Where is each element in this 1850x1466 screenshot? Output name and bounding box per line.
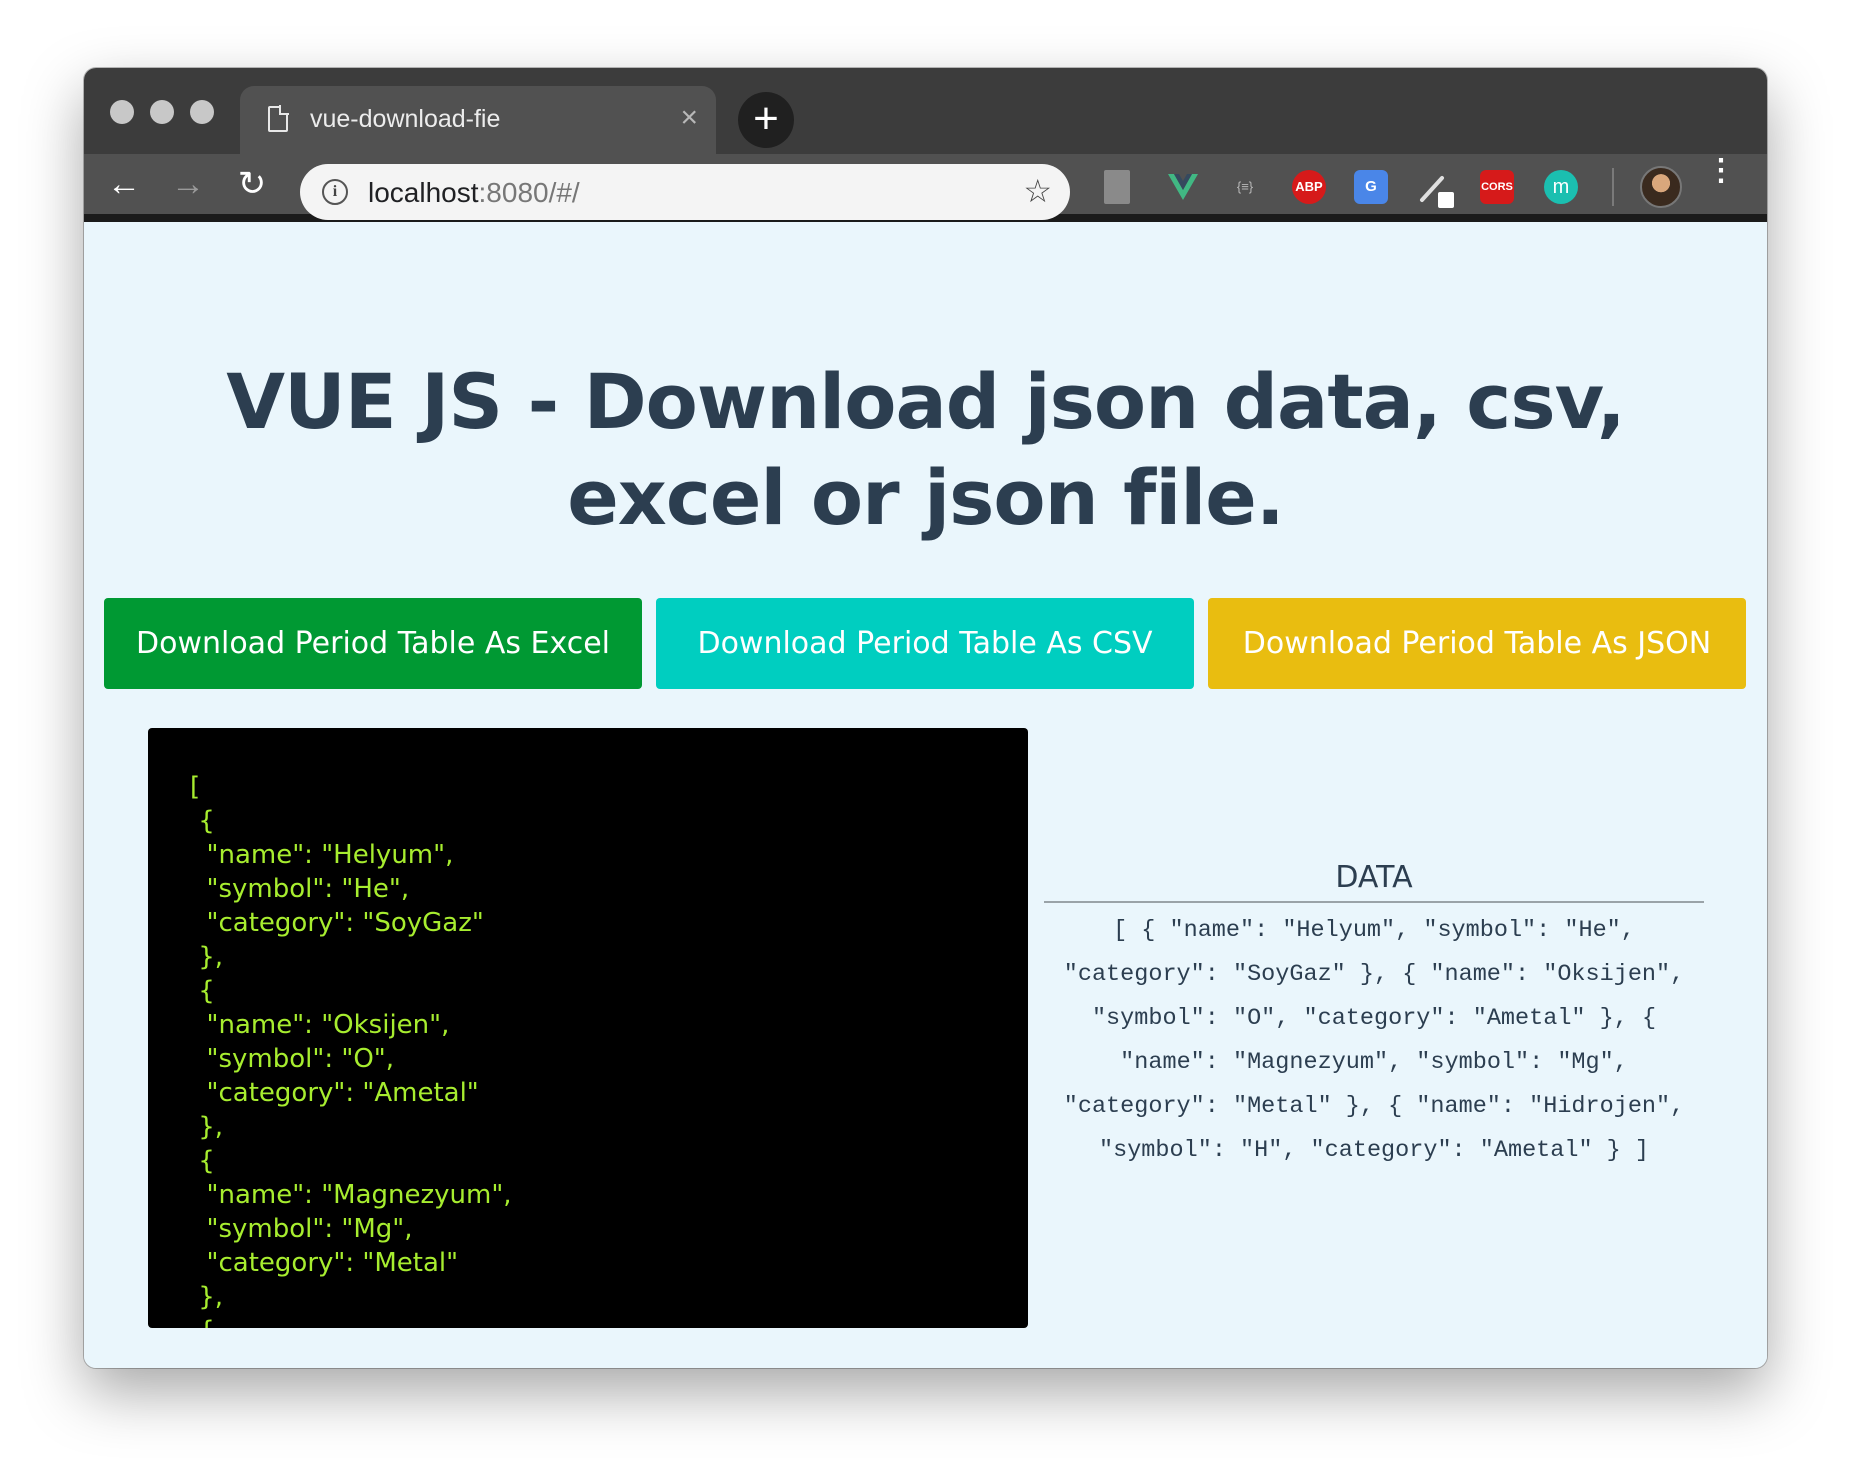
json-code-block[interactable]: [ { "name": "Helyum", "symbol": "He", "c…: [148, 728, 1028, 1328]
tab-close-icon[interactable]: ×: [680, 100, 698, 136]
download-json-button[interactable]: Download Period Table As JSON: [1208, 598, 1746, 689]
download-excel-button[interactable]: Download Period Table As Excel: [104, 598, 642, 689]
download-csv-button[interactable]: Download Period Table As CSV: [656, 598, 1194, 689]
data-text: [ { "name": "Helyum", "symbol": "He", "c…: [1063, 917, 1685, 1164]
browser-window: vue-download-fie × + ← → ↻ i localhost:8…: [84, 68, 1767, 1368]
browser-toolbar: ← → ↻ i localhost:8080/#/ ☆ {≡} ABP G CO…: [84, 154, 1767, 222]
document-icon: [268, 105, 289, 132]
toolbar-divider: [1612, 168, 1614, 206]
url-text[interactable]: localhost:8080/#/: [368, 177, 580, 209]
bookmark-star-icon[interactable]: ☆: [1023, 172, 1052, 210]
tab-title: vue-download-fie: [310, 105, 501, 133]
page-title: VUE JS - Download json data, csv, excel …: [226, 357, 1626, 542]
maximize-window-icon[interactable]: [190, 100, 214, 124]
file-extension-icon[interactable]: [1104, 170, 1130, 204]
json-code-text: [ { "name": "Helyum", "symbol": "He", "c…: [190, 772, 512, 1328]
adblock-plus-icon[interactable]: ABP: [1292, 170, 1326, 204]
url-rest: :8080/#/: [478, 177, 580, 208]
vue-logo-icon: [1168, 174, 1198, 200]
data-panel: DATA [ { "name": "Helyum", "symbol": "He…: [1044, 860, 1704, 1173]
eyedropper-icon: [1420, 176, 1454, 208]
vue-devtools-icon[interactable]: [1166, 170, 1200, 204]
profile-avatar[interactable]: [1640, 166, 1682, 208]
info-icon[interactable]: i: [322, 179, 348, 205]
forward-icon[interactable]: →: [166, 162, 210, 206]
tab-active[interactable]: vue-download-fie ×: [240, 86, 716, 154]
new-tab-button[interactable]: +: [738, 92, 794, 148]
url-host: localhost: [368, 177, 479, 208]
google-translate-icon[interactable]: G: [1354, 170, 1388, 204]
tab-strip: vue-download-fie × +: [84, 68, 1767, 154]
address-bar[interactable]: i localhost:8080/#/ ☆: [300, 164, 1070, 220]
menu-icon[interactable]: ⋮: [1706, 156, 1736, 210]
minimize-window-icon[interactable]: [150, 100, 174, 124]
cors-icon[interactable]: CORS: [1480, 170, 1514, 204]
page-content: VUE JS - Download json data, csv, excel …: [84, 230, 1767, 1368]
mercury-icon[interactable]: m: [1544, 170, 1578, 204]
json-formatter-icon[interactable]: {≡}: [1228, 170, 1262, 204]
back-icon[interactable]: ←: [102, 162, 146, 206]
reload-icon[interactable]: ↻: [230, 162, 274, 206]
color-picker-icon[interactable]: [1416, 170, 1454, 208]
close-window-icon[interactable]: [110, 100, 134, 124]
data-heading: DATA: [1044, 860, 1704, 903]
